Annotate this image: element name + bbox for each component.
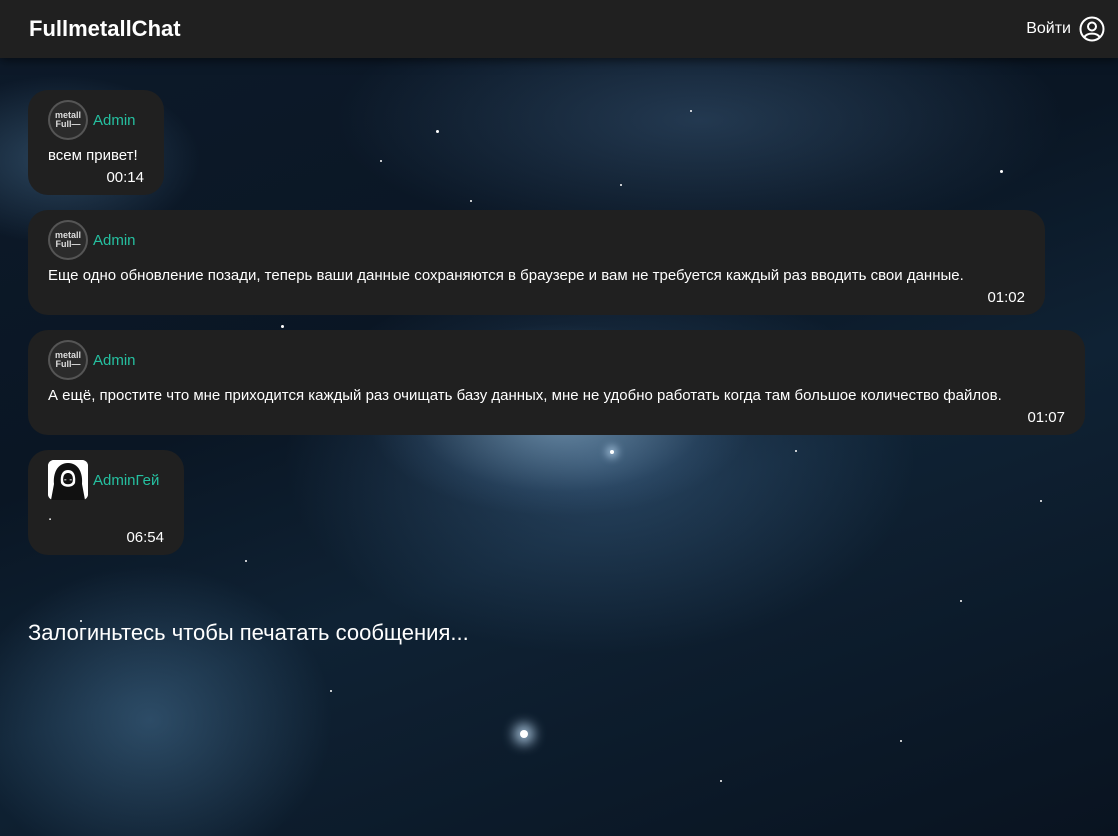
message-text: Еще одно обновление позади, теперь ваши … — [48, 267, 964, 284]
author-name: Admin — [93, 351, 136, 369]
message-author[interactable]: AdminГей — [48, 460, 164, 500]
login-prompt: Залогиньтесь чтобы печатать сообщения... — [28, 620, 469, 645]
user-circle-icon — [1079, 16, 1105, 42]
message-bubble: AdminГей . 06:54 — [28, 450, 184, 555]
message-text: А ещё, простите что мне приходится кажды… — [48, 387, 1002, 404]
message-time: 01:07 — [1027, 409, 1065, 426]
message-text: . — [48, 507, 53, 524]
message-time: 01:02 — [987, 289, 1025, 306]
message-time: 00:14 — [106, 169, 144, 186]
login-button[interactable]: Войти — [1026, 16, 1105, 42]
message-bubble: metall Full— Admin Еще одно обновление п… — [28, 210, 1045, 315]
message-text: всем привет! — [48, 147, 138, 164]
metall-logo-avatar: metall Full— — [48, 220, 88, 260]
message-bubble: metall Full— Admin А ещё, простите что м… — [28, 330, 1085, 435]
message-author[interactable]: metall Full— Admin — [48, 220, 1025, 260]
message-time: 06:54 — [126, 529, 164, 546]
message-author[interactable]: metall Full— Admin — [48, 100, 144, 140]
hooded-figure-avatar — [48, 460, 88, 500]
login-label: Войти — [1026, 20, 1071, 37]
author-name: Admin — [93, 111, 136, 129]
author-name: AdminГей — [93, 471, 160, 489]
metall-logo-avatar: metall Full— — [48, 100, 88, 140]
top-bar: FullmetallChat Войти — [0, 0, 1118, 58]
message-bubble: metall Full— Admin всем привет! 00:14 — [28, 90, 164, 195]
metall-logo-avatar: metall Full— — [48, 340, 88, 380]
app-title: FullmetallChat — [29, 16, 181, 41]
hooded-figure-icon — [48, 460, 88, 500]
message-list: metall Full— Admin всем привет! 00:14 me… — [28, 90, 1085, 570]
author-name: Admin — [93, 231, 136, 249]
message-author[interactable]: metall Full— Admin — [48, 340, 1065, 380]
